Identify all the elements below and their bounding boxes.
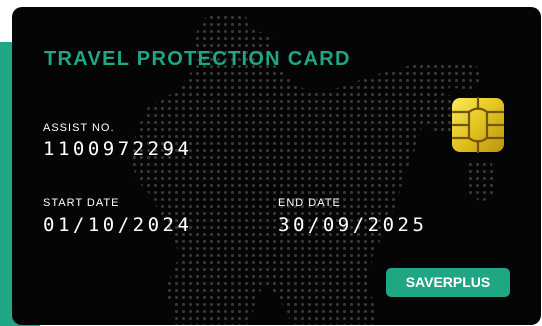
start-date-label: START DATE: [43, 197, 120, 209]
assist-no-value: 1100972294: [43, 138, 193, 160]
card-title: TRAVEL PROTECTION CARD: [44, 48, 351, 70]
start-date-value: 01/10/2024: [43, 214, 193, 236]
assist-no-label: ASSIST NO.: [43, 122, 115, 134]
travel-protection-card: TRAVEL PROTECTION CARD ASSIST NO. 110097…: [12, 7, 541, 325]
chip-icon: [451, 97, 505, 153]
end-date-value: 30/09/2025: [278, 214, 428, 236]
end-date-label: END DATE: [278, 197, 341, 209]
plan-badge: SAVERPLUS: [386, 268, 510, 297]
